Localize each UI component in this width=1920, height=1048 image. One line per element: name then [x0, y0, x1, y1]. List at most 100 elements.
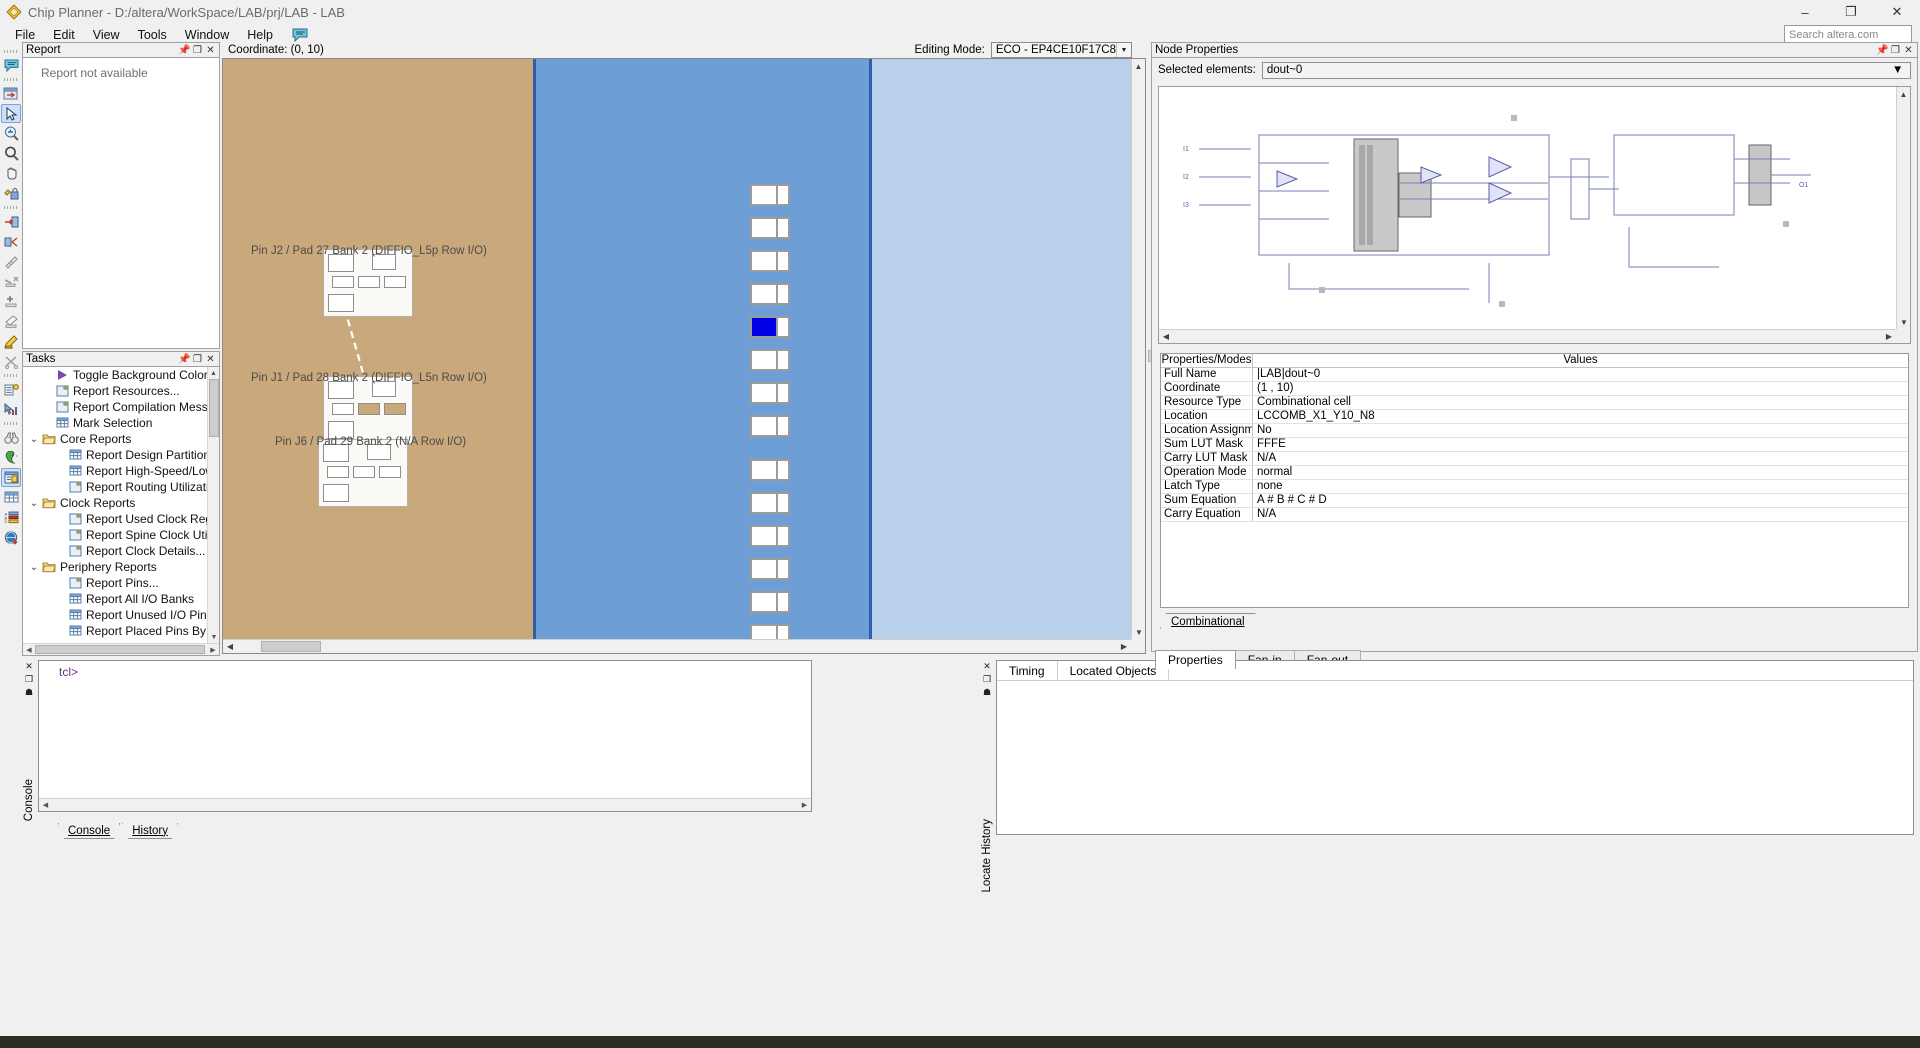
io-sub-cell[interactable]	[332, 403, 354, 415]
scroll-track[interactable]	[35, 644, 207, 655]
scroll-track[interactable]	[237, 640, 1117, 653]
globe-download-icon[interactable]	[1, 528, 21, 547]
scroll-left-arrow[interactable]: ◀	[1159, 330, 1173, 343]
scroll-left-arrow[interactable]: ◀	[23, 644, 35, 655]
task-item[interactable]: Report Compilation Messages...	[23, 399, 207, 415]
close-icon[interactable]: ✕	[204, 44, 217, 57]
logic-cell[interactable]	[750, 492, 790, 514]
io-block[interactable]	[323, 376, 413, 444]
table-row[interactable]: Sum LUT Mask FFFE	[1161, 438, 1908, 452]
close-button[interactable]: ✕	[1874, 0, 1920, 24]
tab-located-objects[interactable]: Located Objects	[1058, 661, 1170, 680]
rail-grip[interactable]	[0, 420, 22, 427]
add-path-icon[interactable]	[1, 292, 21, 311]
schematic-vertical-scrollbar[interactable]: ▲ ▼	[1896, 87, 1910, 329]
rail-grip[interactable]	[0, 76, 22, 83]
close-icon[interactable]: ✕	[23, 660, 35, 673]
move-into-icon[interactable]	[1, 212, 21, 231]
table-row[interactable]: Coordinate (1 , 10)	[1161, 382, 1908, 396]
chevron-down-icon[interactable]: ⌄	[27, 434, 41, 445]
table-row[interactable]: Carry Equation N/A	[1161, 508, 1908, 522]
pencil-edit-icon[interactable]	[1, 332, 21, 351]
scroll-left-arrow[interactable]: ◀	[39, 799, 52, 811]
parrot-icon[interactable]	[1, 448, 21, 467]
table-row[interactable]: Carry LUT Mask N/A	[1161, 452, 1908, 466]
table-grid-icon[interactable]	[1, 488, 21, 507]
selected-elements-dropdown[interactable]: dout~0 ▼	[1261, 61, 1911, 79]
table-row[interactable]: Latch Type none	[1161, 480, 1908, 494]
task-item[interactable]: Report Placed Pins By I/O Sta	[23, 623, 207, 639]
scroll-up-arrow[interactable]: ▲	[1132, 59, 1145, 73]
pin-icon[interactable]: 📌	[178, 353, 191, 366]
io-sub-cell[interactable]	[328, 294, 354, 312]
logic-cell-selected[interactable]	[750, 316, 790, 338]
maximize-button[interactable]: ❐	[1828, 0, 1874, 24]
io-sub-cell[interactable]	[323, 484, 349, 502]
canvas-vertical-scrollbar[interactable]: ▲ ▼	[1131, 59, 1145, 639]
editing-mode-dropdown[interactable]: ECO - EP4CE10F17C8 ▼	[990, 42, 1132, 58]
logic-cell[interactable]	[750, 217, 790, 239]
logic-cell[interactable]	[750, 382, 790, 404]
highlight-lock-icon[interactable]	[1, 184, 21, 203]
close-icon[interactable]: ✕	[204, 353, 217, 366]
tab-console[interactable]: Console	[58, 823, 120, 839]
scroll-track[interactable]	[1173, 330, 1882, 343]
scroll-right-arrow[interactable]: ▶	[1882, 330, 1896, 343]
chart-cursor-icon[interactable]	[1, 400, 21, 419]
restore-icon[interactable]: ❐	[23, 673, 35, 686]
scroll-down-arrow[interactable]: ▼	[1132, 625, 1145, 639]
console-output[interactable]: tcl> ◀ ▶	[38, 660, 812, 812]
close-icon[interactable]: ✕	[1902, 44, 1915, 57]
io-sub-cell[interactable]	[379, 466, 401, 478]
tab-timing[interactable]: Timing	[997, 661, 1058, 680]
logic-cell[interactable]	[750, 591, 790, 613]
speech-bubble-icon[interactable]	[292, 28, 308, 42]
io-sub-cell[interactable]	[327, 466, 349, 478]
scroll-down-arrow[interactable]: ▼	[1897, 315, 1910, 329]
scroll-thumb[interactable]	[35, 645, 205, 654]
chevron-down-icon[interactable]: ⌄	[27, 562, 41, 573]
ruler-icon[interactable]	[1, 252, 21, 271]
io-sub-cell[interactable]	[358, 276, 380, 288]
task-item[interactable]: Report Spine Clock Utilization	[23, 527, 207, 543]
logic-cell[interactable]	[750, 525, 790, 547]
report-window-icon[interactable]	[1, 468, 21, 487]
table-row[interactable]: Location LCCOMB_X1_Y10_N8	[1161, 410, 1908, 424]
task-item[interactable]: ⌄ Clock Reports	[23, 495, 207, 511]
task-item[interactable]: Report Clock Details...	[23, 543, 207, 559]
logic-cell[interactable]	[750, 558, 790, 580]
scroll-right-arrow[interactable]: ▶	[1117, 640, 1131, 653]
pin-icon[interactable]: ☗	[981, 686, 993, 699]
restore-icon[interactable]: ❐	[1889, 44, 1902, 57]
magnifier-icon[interactable]	[1, 144, 21, 163]
task-item[interactable]: Toggle Background Colors	[23, 367, 207, 383]
task-item[interactable]: Report Resources...	[23, 383, 207, 399]
io-sub-cell[interactable]	[353, 466, 375, 478]
pin-icon[interactable]: ☗	[23, 686, 35, 699]
scroll-down-arrow[interactable]: ▼	[208, 631, 219, 643]
io-block[interactable]	[318, 439, 408, 507]
table-row[interactable]: Full Name |LAB|dout~0	[1161, 368, 1908, 382]
schematic-canvas[interactable]: I1 I2 I3 O1	[1159, 87, 1896, 329]
minimize-button[interactable]: –	[1782, 0, 1828, 24]
tasks-horizontal-scrollbar[interactable]: ◀ ▶	[23, 643, 219, 655]
chip-canvas-viewport[interactable]: Pin J2 / Pad 27 Bank 2 (DIFFIO_L5p Row I…	[223, 59, 1132, 640]
scroll-track[interactable]	[52, 799, 798, 811]
pan-hand-icon[interactable]	[1, 164, 21, 183]
scroll-left-arrow[interactable]: ◀	[223, 640, 237, 653]
logic-cell[interactable]	[750, 184, 790, 206]
table-row[interactable]: Resource Type Combinational cell	[1161, 396, 1908, 410]
binoculars-icon[interactable]	[1, 428, 21, 447]
task-item[interactable]: Report Used Clock Regions..	[23, 511, 207, 527]
zoom-in-out-icon[interactable]	[1, 124, 21, 143]
logic-cell[interactable]	[750, 283, 790, 305]
eraser-icon[interactable]	[1, 312, 21, 331]
table-row[interactable]: Operation Mode normal	[1161, 466, 1908, 480]
logic-cell[interactable]	[750, 250, 790, 272]
io-block[interactable]	[323, 249, 413, 317]
schematic-preview[interactable]: I1 I2 I3 O1 ▲ ▼ ◀ ▶	[1158, 86, 1911, 344]
fan-out-icon[interactable]	[1, 232, 21, 251]
task-item[interactable]: ⌄ Core Reports	[23, 431, 207, 447]
chevron-down-icon[interactable]: ▼	[1116, 43, 1131, 57]
pin-icon[interactable]: 📌	[1876, 44, 1889, 57]
